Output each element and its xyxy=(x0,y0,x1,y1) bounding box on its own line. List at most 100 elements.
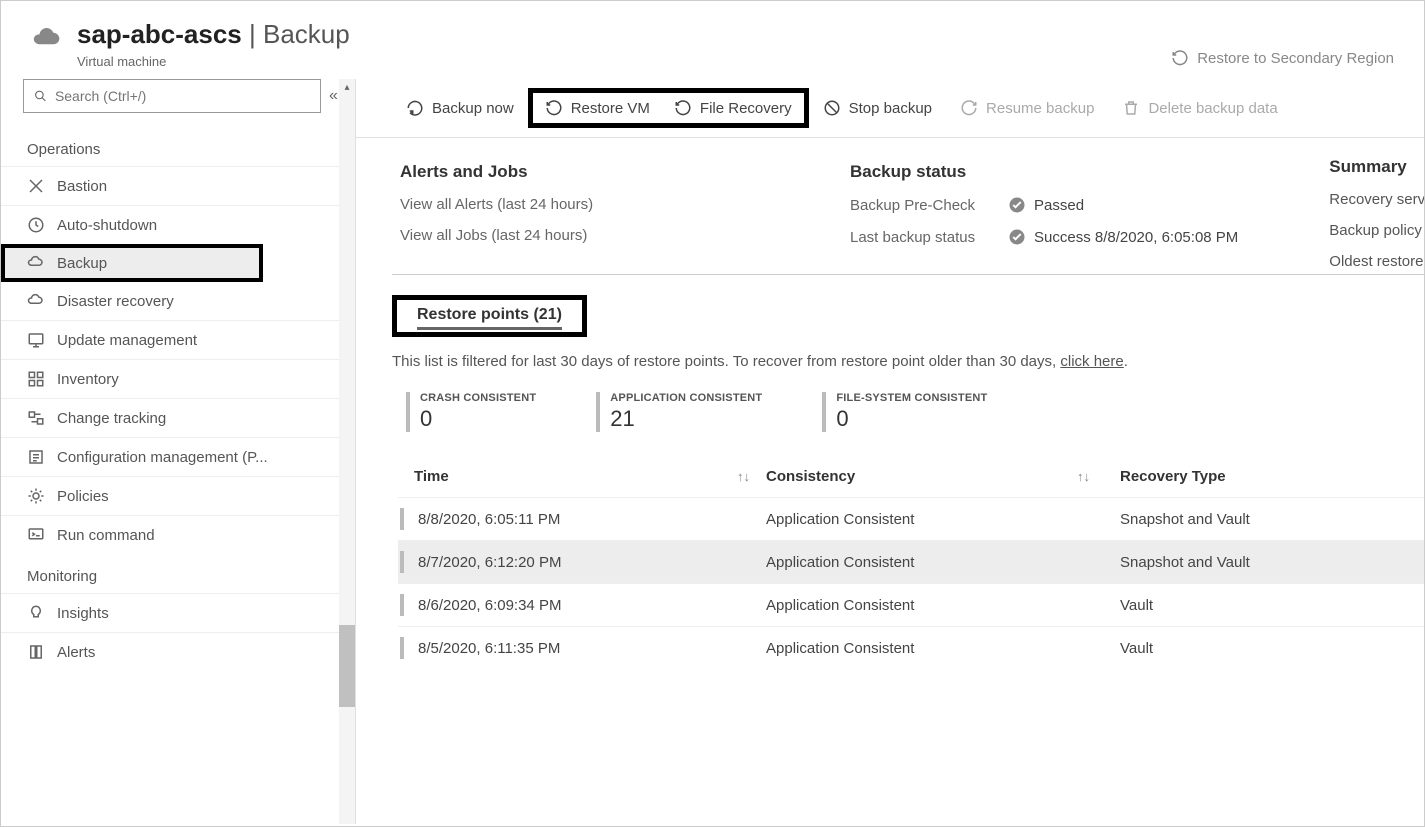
cell-recovery: Vault xyxy=(1106,640,1424,657)
content: Backup now Restore VM File Recovery Stop… xyxy=(356,79,1424,824)
restore-points-tab[interactable]: Restore points (21) xyxy=(417,306,562,330)
sidebar-item-disaster-recovery[interactable]: Disaster recovery xyxy=(1,282,355,320)
row-indicator xyxy=(400,637,404,659)
sidebar-item-inventory[interactable]: Inventory xyxy=(1,359,355,398)
vm-icon xyxy=(31,23,65,57)
table-row[interactable]: 8/8/2020, 6:05:11 PMApplication Consiste… xyxy=(398,497,1424,540)
page-title: sap-abc-ascs | Backup xyxy=(77,19,350,50)
row-indicator xyxy=(400,508,404,530)
nav-item-label: Alerts xyxy=(57,644,95,661)
info-section: Alerts and Jobs View all Alerts (last 24… xyxy=(356,138,1424,274)
cell-recovery: Snapshot and Vault xyxy=(1106,511,1424,528)
consistency-value: 0 xyxy=(836,406,987,432)
check-circle-icon xyxy=(1008,228,1026,246)
restore-secondary-button[interactable]: Restore to Secondary Region xyxy=(1171,19,1424,67)
backup-now-button[interactable]: Backup now xyxy=(392,93,528,123)
nav-item-label: Bastion xyxy=(57,178,107,195)
policies-icon xyxy=(27,487,45,505)
sort-icon[interactable]: ↑↓ xyxy=(1077,469,1090,484)
stop-backup-button[interactable]: Stop backup xyxy=(809,93,946,123)
resource-type: Virtual machine xyxy=(77,54,350,69)
consistency-value: 21 xyxy=(610,406,762,432)
click-here-link[interactable]: click here xyxy=(1060,353,1123,370)
restore-points-tab-highlight: Restore points (21) xyxy=(392,295,587,337)
sidebar-item-update-management[interactable]: Update management xyxy=(1,320,355,359)
sidebar-item-insights[interactable]: Insights xyxy=(1,593,355,632)
backup-icon xyxy=(27,254,45,272)
run-icon xyxy=(27,526,45,544)
consistency-value: 0 xyxy=(420,406,536,432)
restore-icon xyxy=(1171,49,1189,67)
search-input[interactable] xyxy=(55,88,310,104)
filter-text: This list is filtered for last 30 days o… xyxy=(356,341,1424,392)
config-icon xyxy=(27,448,45,466)
collapse-sidebar-button[interactable]: « xyxy=(329,87,334,105)
cell-time: 8/8/2020, 6:05:11 PM xyxy=(418,511,560,528)
table-row[interactable]: 8/7/2020, 6:12:20 PMApplication Consiste… xyxy=(398,540,1424,583)
resume-backup-button: Resume backup xyxy=(946,93,1108,123)
restore-vm-button[interactable]: Restore VM xyxy=(533,93,662,123)
sidebar-item-policies[interactable]: Policies xyxy=(1,476,355,515)
cell-time: 8/6/2020, 6:09:34 PM xyxy=(418,597,561,614)
sidebar-item-configuration-management-p-[interactable]: Configuration management (P... xyxy=(1,437,355,476)
alerts-jobs-heading: Alerts and Jobs xyxy=(400,162,790,182)
page-name: Backup xyxy=(263,19,350,49)
scrollbar-thumb[interactable] xyxy=(339,625,355,707)
tracking-icon xyxy=(27,409,45,427)
check-circle-icon xyxy=(1008,196,1026,214)
precheck-label: Backup Pre-Check xyxy=(850,197,998,214)
nav-section-label: Monitoring xyxy=(1,554,355,593)
sort-icon[interactable]: ↑↓ xyxy=(737,469,750,484)
file-recovery-button[interactable]: File Recovery xyxy=(662,93,804,123)
consistency-stat: FILE-SYSTEM CONSISTENT 0 xyxy=(822,392,987,432)
column-consistency[interactable]: Consistency ↑↓ xyxy=(766,468,1106,485)
nav-item-label: Policies xyxy=(57,488,109,505)
row-indicator xyxy=(400,551,404,573)
cell-time: 8/5/2020, 6:11:35 PM xyxy=(418,640,560,657)
scroll-up-arrow[interactable]: ▴ xyxy=(339,79,355,95)
table-row[interactable]: 8/6/2020, 6:09:34 PMApplication Consiste… xyxy=(398,583,1424,626)
sidebar-item-change-tracking[interactable]: Change tracking xyxy=(1,398,355,437)
cell-consistency: Application Consistent xyxy=(766,640,1106,657)
consistency-stat: CRASH CONSISTENT0 xyxy=(406,392,536,432)
column-time[interactable]: Time ↑↓ xyxy=(398,468,766,485)
backup-status-heading: Backup status xyxy=(850,162,1238,182)
backup-now-icon xyxy=(406,99,424,117)
recovery-icon xyxy=(27,292,45,310)
nav-item-label: Run command xyxy=(57,527,155,544)
row-indicator xyxy=(400,594,404,616)
view-alerts-link[interactable]: View all Alerts (last 24 hours) xyxy=(400,196,790,213)
sidebar-item-backup[interactable]: Backup xyxy=(1,244,263,282)
nav-item-label: Auto-shutdown xyxy=(57,217,157,234)
restore-points-table: Time ↑↓ Consistency ↑↓ Recovery Type 8/8… xyxy=(356,460,1424,669)
scrollbar[interactable]: ▴ xyxy=(339,79,355,824)
nav-item-label: Configuration management (P... xyxy=(57,449,268,466)
consistency-summary: CRASH CONSISTENT0 APPLICATION CONSISTENT 2… xyxy=(356,392,1424,460)
nav-section-label: Operations xyxy=(1,127,355,166)
inventory-icon xyxy=(27,370,45,388)
update-icon xyxy=(27,331,45,349)
sidebar-item-auto-shutdown[interactable]: Auto-shutdown xyxy=(1,205,355,244)
sidebar-item-run-command[interactable]: Run command xyxy=(1,515,355,554)
search-box[interactable] xyxy=(23,79,321,113)
consistency-label: APPLICATION CONSISTENT xyxy=(610,392,762,404)
view-jobs-link[interactable]: View all Jobs (last 24 hours) xyxy=(400,227,790,244)
column-recovery[interactable]: Recovery Type xyxy=(1106,468,1424,485)
restore-icon xyxy=(674,99,692,117)
sidebar-item-bastion[interactable]: Bastion xyxy=(1,166,355,205)
consistency-label: FILE-SYSTEM CONSISTENT xyxy=(836,392,987,404)
summary-column: Summary Recovery servic Backup policy Ol… xyxy=(1329,157,1424,270)
nav-item-label: Change tracking xyxy=(57,410,166,427)
insights-icon xyxy=(27,604,45,622)
cell-recovery: Vault xyxy=(1106,597,1424,614)
table-row[interactable]: 8/5/2020, 6:11:35 PM Application Consiste… xyxy=(398,626,1424,669)
nav-item-label: Backup xyxy=(57,255,107,272)
bastion-icon xyxy=(27,177,45,195)
nav-item-label: Insights xyxy=(57,605,109,622)
resume-icon xyxy=(960,99,978,117)
consistency-stat: APPLICATION CONSISTENT 21 xyxy=(596,392,762,432)
toolbar: Backup now Restore VM File Recovery Stop… xyxy=(356,79,1424,138)
cell-recovery: Snapshot and Vault xyxy=(1106,554,1424,571)
sidebar-item-alerts[interactable]: Alerts xyxy=(1,632,355,671)
last-backup-label: Last backup status xyxy=(850,229,998,246)
